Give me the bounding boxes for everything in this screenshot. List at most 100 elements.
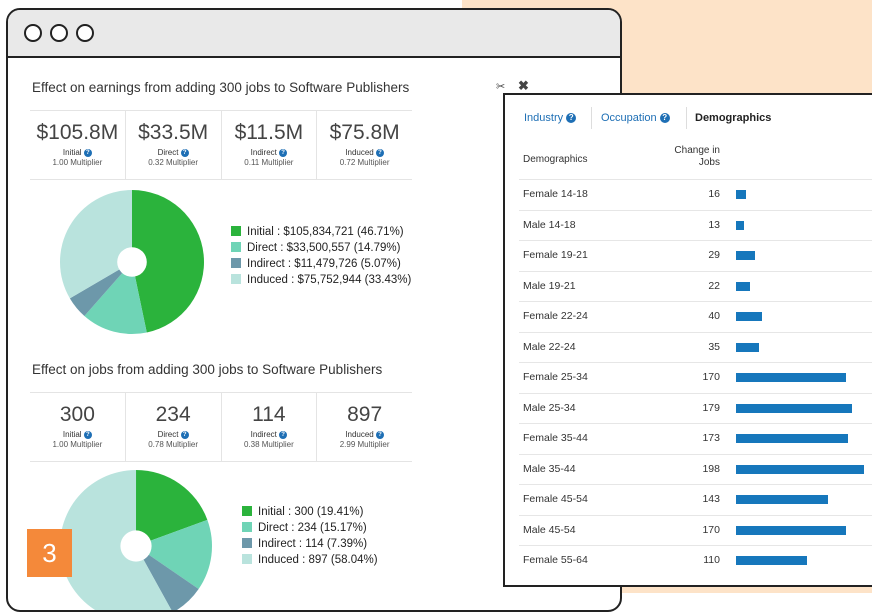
legend-swatch	[231, 274, 241, 284]
legend-item: Induced : 897 (58.04%)	[242, 552, 378, 568]
table-row: Female 55-64 110	[519, 545, 872, 576]
tab-demographics[interactable]: Demographics	[695, 107, 771, 129]
stat-label: Induced	[345, 430, 374, 439]
table-row: Male 22-24 35	[519, 331, 872, 363]
stat-label: Induced	[345, 148, 374, 157]
stat-label: Initial	[62, 148, 82, 157]
row-demographic: Female 22-24	[523, 310, 588, 322]
stat-value: $11.5M	[234, 121, 304, 144]
table-row: Male 14-18 13	[519, 209, 872, 241]
stat-initial: 300 Initial ? 1.00 Multiplier	[30, 393, 125, 461]
stat-multiplier: 1.00 Multiplier	[52, 440, 103, 449]
help-icon[interactable]: ?	[83, 148, 92, 157]
help-icon[interactable]: ?	[83, 430, 92, 439]
stat-indirect: 114 Indirect ? 0.38 Multiplier	[220, 393, 317, 461]
row-bar	[736, 525, 846, 535]
window-control-dot[interactable]	[24, 24, 42, 42]
legend-swatch	[231, 242, 241, 252]
legend-item: Initial : $105,834,721 (46.71%)	[231, 224, 411, 240]
help-icon[interactable]: ?	[180, 148, 189, 157]
stat-multiplier: 0.11 Multiplier	[244, 158, 294, 167]
column-header-change[interactable]: Change in Jobs	[655, 145, 720, 169]
legend-swatch	[242, 554, 252, 564]
stat-multiplier: 0.78 Multiplier	[148, 440, 199, 449]
row-demographic: Female 55-64	[523, 554, 588, 566]
row-change-value: 179	[702, 401, 720, 414]
scissors-icon[interactable]: ✂	[496, 80, 505, 93]
step-badge: 3	[27, 529, 72, 577]
row-demographic: Male 22-24	[523, 340, 576, 353]
tab-occupation[interactable]: Occupation ?	[601, 107, 670, 129]
stat-multiplier: 0.38 Multiplier	[243, 440, 294, 449]
row-bar	[736, 403, 852, 413]
stat-indirect: $11.5M Indirect ? 0.11 Multiplier	[220, 111, 317, 179]
row-change-value: 29	[708, 249, 720, 261]
earnings-stats: $105.8M Initial ? 1.00 Multiplier $33.5M…	[30, 110, 412, 180]
tab-divider	[686, 107, 687, 129]
row-change-value: 170	[702, 523, 720, 536]
table-row: Female 14-18 16	[519, 179, 872, 210]
legend-text: Induced : $75,752,944 (33.43%)	[247, 274, 412, 286]
row-bar	[736, 190, 746, 199]
row-bar	[736, 373, 846, 382]
window-titlebar	[8, 10, 620, 58]
jobs-stats: 300 Initial ? 1.00 Multiplier 234 Direct…	[30, 392, 412, 462]
stat-value: $105.8M	[36, 121, 119, 144]
help-icon[interactable]: ?	[566, 113, 577, 124]
legend-text: Initial : $105,834,721 (46.71%)	[247, 226, 404, 238]
row-change-value: 40	[708, 310, 720, 322]
help-icon[interactable]: ?	[279, 148, 288, 157]
row-bar	[736, 495, 828, 504]
help-icon[interactable]: ?	[279, 430, 288, 439]
legend-item: Indirect : 114 (7.39%)	[242, 536, 378, 552]
earnings-legend: Initial : $105,834,721 (46.71%) Direct :…	[231, 224, 411, 288]
stat-value: 897	[347, 403, 383, 426]
row-change-value: 22	[708, 279, 720, 292]
tab-industry[interactable]: Industry ?	[524, 107, 577, 129]
legend-text: Indirect : 114 (7.39%)	[258, 538, 368, 550]
window-control-dot[interactable]	[76, 24, 94, 42]
legend-text: Initial : 300 (19.41%)	[258, 506, 364, 518]
row-demographic: Female 35-44	[523, 432, 588, 444]
table-row: Male 35-44 198	[519, 453, 872, 485]
row-bar	[736, 281, 750, 291]
row-demographic: Male 35-44	[523, 462, 576, 475]
stat-induced: $75.8M Induced ? 0.72 Multiplier	[316, 111, 412, 179]
row-bar	[736, 251, 755, 260]
row-change-value: 173	[702, 432, 720, 444]
table-row: Female 22-24 40	[519, 301, 872, 332]
stat-initial: $105.8M Initial ? 1.00 Multiplier	[30, 111, 125, 179]
pie-center-hole	[120, 530, 152, 562]
stat-multiplier: 1.00 Multiplier	[52, 158, 103, 167]
legend-item: Indirect : $11,479,726 (5.07%)	[231, 256, 411, 272]
row-demographic: Female 25-34	[523, 371, 588, 383]
help-icon[interactable]: ?	[659, 113, 670, 124]
close-icon[interactable]: ✖	[518, 78, 529, 94]
legend-swatch	[231, 226, 241, 236]
window-control-dot[interactable]	[50, 24, 68, 42]
demographics-panel: Industry ? Occupation ? Demographics Dem…	[503, 93, 872, 587]
stat-label: Direct	[157, 148, 179, 157]
legend-text: Indirect : $11,479,726 (5.07%)	[247, 258, 401, 270]
tab-divider	[591, 107, 592, 129]
row-demographic: Male 25-34	[523, 401, 576, 414]
earnings-title: Effect on earnings from adding 300 jobs …	[32, 80, 410, 95]
legend-swatch	[242, 506, 252, 516]
stat-value: 114	[252, 403, 286, 426]
help-icon[interactable]: ?	[375, 148, 384, 157]
legend-swatch	[231, 258, 241, 268]
stat-multiplier: 2.99 Multiplier	[339, 440, 390, 449]
table-row: Female 35-44 173	[519, 423, 872, 454]
table-header: Demographics Change in Jobs	[505, 145, 872, 179]
help-icon[interactable]: ?	[180, 430, 189, 439]
column-header-demographics[interactable]: Demographics	[523, 154, 587, 165]
stat-label: Direct	[157, 430, 179, 439]
pie-center-hole	[117, 247, 147, 277]
stat-multiplier: 0.72 Multiplier	[339, 158, 390, 167]
legend-text: Direct : 234 (15.17%)	[258, 522, 367, 534]
help-icon[interactable]: ?	[375, 430, 384, 439]
legend-swatch	[242, 538, 252, 548]
tab-label: Industry	[524, 112, 564, 124]
table-row: Male 45-54 170	[519, 514, 872, 546]
table-row: Male 19-21 22	[519, 270, 872, 302]
